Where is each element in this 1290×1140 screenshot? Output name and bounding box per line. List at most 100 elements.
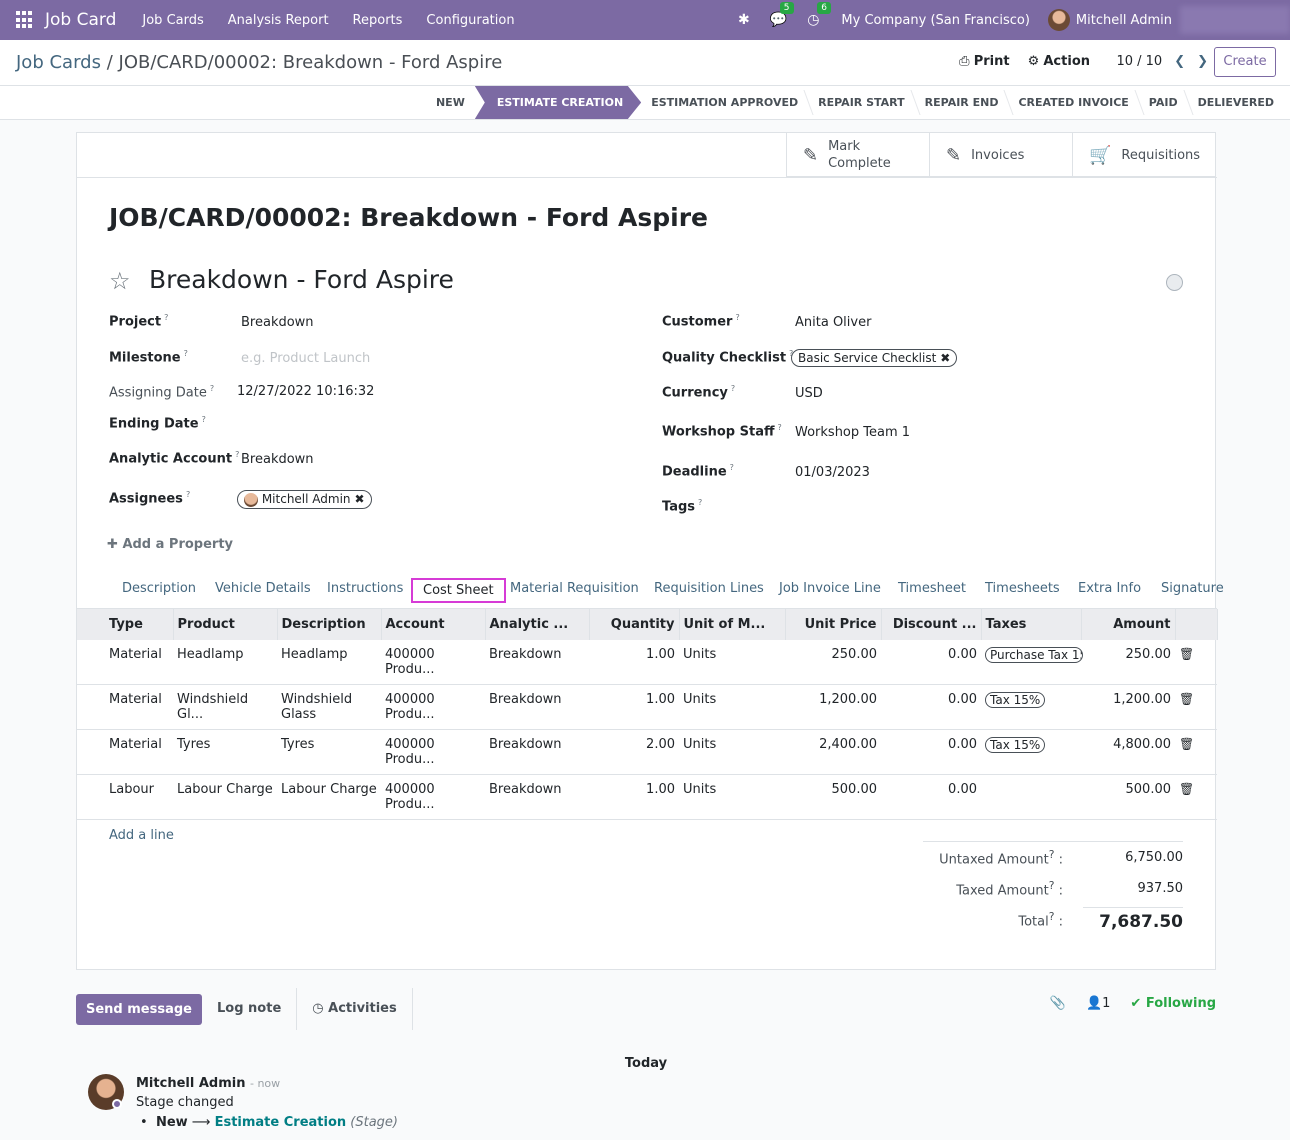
print-button[interactable]: ⎙ Print [959,54,1009,69]
activity-clock-icon[interactable]: ◷ 6 [807,2,831,28]
action-button[interactable]: ⚙ Action [1028,54,1090,69]
col-unit-price[interactable]: Unit Price [785,609,882,640]
stage-estimation-approved[interactable]: ESTIMATION APPROVED [641,86,808,119]
trash-icon[interactable]: 🗑 [1179,647,1194,661]
tab-extra-info[interactable]: Extra Info [1078,581,1141,596]
create-button[interactable]: Create [1214,47,1276,77]
star-icon[interactable]: ☆ [109,267,131,295]
milestone-label: Milestone? [109,349,188,366]
breadcrumb-root[interactable]: Job Cards [16,52,101,73]
milestone-field[interactable]: e.g. Product Launch [241,351,370,366]
stage-created-invoice[interactable]: CREATED INVOICE [1008,86,1138,119]
col-description[interactable]: Description [277,609,382,640]
pager-next-icon[interactable]: ❯ [1197,54,1208,69]
app-name[interactable]: Job Card [45,10,116,30]
table-row[interactable]: Material Headlamp Headlamp 400000 Produ.… [77,640,1217,685]
stage-paid[interactable]: PAID [1139,86,1188,119]
table-row[interactable]: Labour Labour Charge Labour Charge 40000… [77,774,1217,820]
quality-checklist-tag[interactable]: Basic Service Checklist ✖ [791,349,958,367]
requisitions-button[interactable]: 🛒 Requisitions [1072,133,1215,177]
user-menu[interactable]: Mitchell Admin [1076,13,1172,28]
stage-pipeline: NEW ESTIMATE CREATION ESTIMATION APPROVE… [426,86,1284,119]
record-name[interactable]: Breakdown - Ford Aspire [149,265,454,294]
tax-tag: Tax 15% [985,692,1046,708]
gear-icon: ⚙ [1027,54,1040,69]
paperclip-icon[interactable]: 📎 [1050,996,1066,1011]
message-author: Mitchell Admin - now [136,1076,281,1091]
company-switcher[interactable]: My Company (San Francisco) [841,13,1029,28]
col-amount[interactable]: Amount [1081,609,1176,640]
customer-label: Customer? [662,313,740,330]
chat-icon[interactable]: 💬 5 [770,2,794,28]
stage-repair-end[interactable]: REPAIR END [915,86,1009,119]
trash-icon[interactable]: 🗑 [1179,692,1194,706]
col-type[interactable]: Type [77,609,174,640]
tab-vehicle-details[interactable]: Vehicle Details [215,581,311,596]
tracking-value: • New ⟶ Estimate Creation (Stage) [140,1115,398,1130]
notebook-tabs: Description Vehicle Details Instructions… [77,577,1224,607]
stage-new[interactable]: NEW [426,86,475,119]
workshop-staff-field[interactable]: Workshop Team 1 [795,425,910,440]
tab-timesheets[interactable]: Timesheets [985,581,1060,596]
tab-signature[interactable]: Signature [1161,581,1224,596]
stage-estimate-creation[interactable]: ESTIMATE CREATION [474,86,642,119]
remove-tag-icon[interactable]: ✖ [355,492,365,506]
kanban-state-icon[interactable] [1166,274,1183,291]
trash-icon[interactable]: 🗑 [1179,737,1194,751]
menu-analysis-report[interactable]: Analysis Report [228,13,329,28]
menu-job-cards[interactable]: Job Cards [142,13,203,28]
tab-requisition-lines[interactable]: Requisition Lines [654,581,764,596]
tab-cost-sheet[interactable]: Cost Sheet [411,578,506,603]
col-account[interactable]: Account [381,609,486,640]
col-uom[interactable]: Unit of M... [679,609,786,640]
bug-icon[interactable]: ✱ [738,12,750,28]
col-taxes[interactable]: Taxes [981,609,1082,640]
activities-button[interactable]: ◷ Activities [297,988,413,1030]
control-panel: Job Cards / JOB/CARD/00002: Breakdown - … [0,40,1290,86]
cart-icon: 🛒 [1089,144,1112,166]
tab-job-invoice-line[interactable]: Job Invoice Line [779,581,881,596]
totals-panel: Untaxed Amount? :6,750.00 Taxed Amount? … [923,841,1183,935]
project-field[interactable]: Breakdown [241,315,314,330]
add-property-button[interactable]: ✚ Add a Property [107,537,233,552]
customer-field[interactable]: Anita Oliver [795,315,871,330]
deadline-field[interactable]: 01/03/2023 [795,465,870,480]
trash-icon[interactable]: 🗑 [1179,782,1194,796]
col-analytic[interactable]: Analytic ... [485,609,590,640]
invoices-button[interactable]: ✎ Invoices [929,133,1072,177]
menu-configuration[interactable]: Configuration [426,13,514,28]
assignee-tag[interactable]: Mitchell Admin ✖ [237,490,372,509]
col-discount[interactable]: Discount ... [881,609,982,640]
user-avatar[interactable] [1047,9,1070,31]
pager-value[interactable]: 10 / 10 [1116,54,1162,69]
pager-prev-icon[interactable]: ❮ [1174,54,1185,69]
currency-field[interactable]: USD [795,386,823,401]
deadline-label: Deadline? [662,463,734,480]
col-product[interactable]: Product [173,609,278,640]
edit-icon: ✎ [803,144,819,166]
analytic-account-field[interactable]: Breakdown [241,452,314,467]
tab-instructions[interactable]: Instructions [327,581,403,596]
following-button[interactable]: ✔ Following [1130,996,1216,1011]
print-icon: ⎙ [959,54,970,69]
table-row[interactable]: Material Windshield Gl... Windshield Gla… [77,684,1217,730]
app-menu-icon[interactable] [16,11,34,29]
stage-repair-start[interactable]: REPAIR START [808,86,915,119]
untaxed-label: Untaxed Amount [939,852,1049,868]
tab-material-requisition[interactable]: Material Requisition [510,581,639,596]
mark-complete-button[interactable]: ✎ Mark Complete [786,133,929,177]
tax-tag: Purchase Tax 15% [985,647,1083,663]
followers-button[interactable]: 👤1 [1086,996,1110,1011]
blurred-area [1180,6,1290,34]
currency-label: Currency? [662,384,736,401]
tab-timesheet[interactable]: Timesheet [898,581,966,596]
assigning-date-field[interactable]: 12/27/2022 10:16:32 [237,384,374,399]
send-message-button[interactable]: Send message [76,993,202,1025]
col-quantity[interactable]: Quantity [589,609,680,640]
tab-description[interactable]: Description [122,581,196,596]
table-row[interactable]: Material Tyres Tyres 400000 Produ... Bre… [77,729,1217,775]
menu-reports[interactable]: Reports [353,13,403,28]
remove-tag-icon[interactable]: ✖ [940,351,950,365]
log-note-button[interactable]: Log note [202,988,298,1030]
stage-delievered[interactable]: DELIEVERED [1188,86,1284,119]
